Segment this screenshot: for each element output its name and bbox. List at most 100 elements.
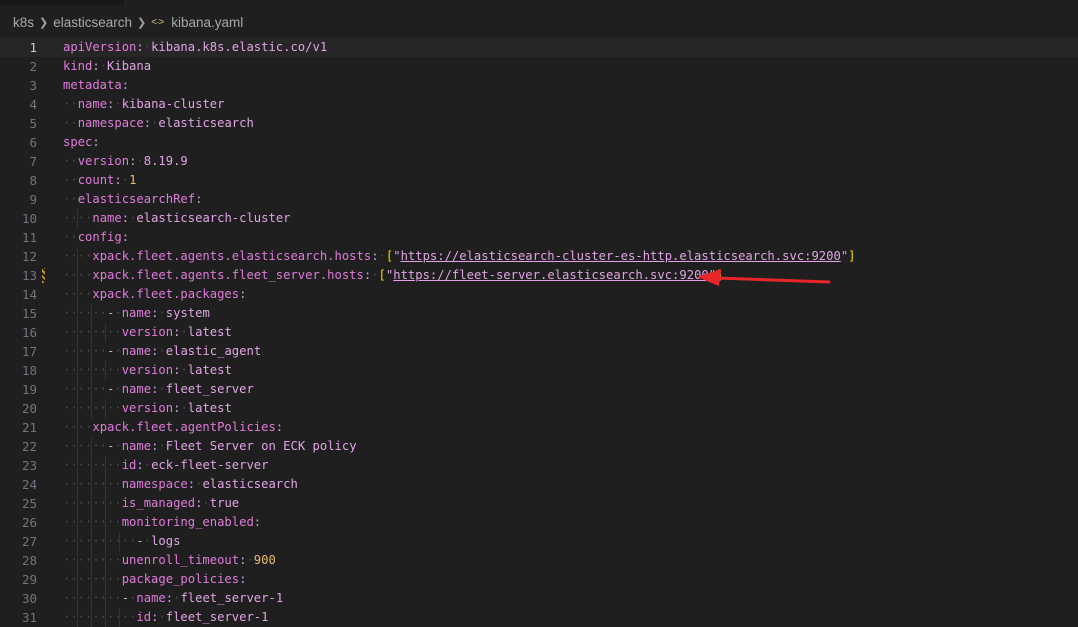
code-line[interactable]: 19 ······-·name:·fleet_server bbox=[0, 380, 1078, 399]
line-number: 20 bbox=[21, 401, 37, 416]
code-text: ······-·name:·elastic_agent bbox=[63, 342, 261, 361]
code-line[interactable]: 20 ········version:·latest bbox=[0, 399, 1078, 418]
line-number: 18 bbox=[21, 363, 37, 378]
code-line[interactable]: 30 ········-·name:·fleet_server-1 bbox=[0, 589, 1078, 608]
code-text: ········package_policies: bbox=[63, 570, 246, 589]
tab-bar-area bbox=[125, 0, 1078, 5]
code-text: ··namespace:·elasticsearch bbox=[63, 114, 254, 133]
code-line[interactable]: 27 ··········-·logs bbox=[0, 532, 1078, 551]
code-text: kind:·Kibana bbox=[63, 57, 151, 76]
breadcrumb-item-file[interactable]: kibana.yaml bbox=[171, 15, 243, 30]
code-line[interactable]: 14 ····xpack.fleet.packages: bbox=[0, 285, 1078, 304]
yaml-key: namespace bbox=[77, 116, 144, 130]
colon: : bbox=[121, 230, 130, 244]
code-line[interactable]: 12 ····xpack.fleet.agents.elasticsearch.h… bbox=[0, 247, 1078, 266]
line-number: 8 bbox=[29, 173, 37, 188]
line-number: 9 bbox=[29, 192, 37, 207]
yaml-key: xpack.fleet.packages bbox=[92, 287, 240, 301]
line-number: 7 bbox=[29, 154, 37, 169]
whitespace: · bbox=[202, 496, 210, 510]
whitespace: ········ bbox=[63, 591, 122, 605]
line-number: 28 bbox=[21, 553, 37, 568]
code-editor[interactable]: 1 apiVersion:·kibana.k8s.elastic.co/v1 2 ki… bbox=[0, 38, 1078, 627]
yaml-key: count bbox=[77, 173, 115, 187]
whitespace: ········ bbox=[63, 477, 122, 491]
code-line[interactable]: 23 ········id:·eck-fleet-server bbox=[0, 456, 1078, 475]
code-line[interactable]: 16 ········version:·latest bbox=[0, 323, 1078, 342]
whitespace: ········ bbox=[63, 572, 122, 586]
yaml-value: 900 bbox=[253, 553, 276, 567]
line-number: 22 bbox=[21, 439, 37, 454]
yaml-value: elasticsearch bbox=[202, 477, 298, 491]
code-line[interactable]: 8 ··count:·1 bbox=[0, 171, 1078, 190]
code-text: ····xpack.fleet.agents.elasticsearch.hos… bbox=[63, 247, 856, 266]
yaml-value: kibana.k8s.elastic.co/v1 bbox=[151, 40, 328, 54]
code-text: ········is_managed:·true bbox=[63, 494, 239, 513]
yaml-value: 8.19.9 bbox=[143, 154, 188, 168]
code-text: ··········-·logs bbox=[63, 532, 180, 551]
yaml-value: latest bbox=[187, 325, 232, 339]
line-number: 2 bbox=[29, 59, 37, 74]
code-line[interactable]: 25 ········is_managed:·true bbox=[0, 494, 1078, 513]
code-line[interactable]: 4 ··name:·kibana-cluster bbox=[0, 95, 1078, 114]
colon: : bbox=[239, 287, 247, 301]
line-number: 12 bbox=[21, 249, 37, 264]
code-line[interactable]: 17 ······-·name:·elastic_agent bbox=[0, 342, 1078, 361]
code-text: ····xpack.fleet.packages: bbox=[63, 285, 246, 304]
code-line[interactable]: 31 ··········id:·fleet_server-1 bbox=[0, 608, 1078, 627]
whitespace: ······ bbox=[63, 344, 108, 358]
code-line[interactable]: 6 spec: bbox=[0, 133, 1078, 152]
modified-gutter-marker[interactable] bbox=[42, 268, 45, 283]
yaml-key: xpack.fleet.agentPolicies bbox=[92, 420, 276, 434]
yaml-key: namespace bbox=[121, 477, 188, 491]
code-line[interactable]: 26 ········monitoring_enabled: bbox=[0, 513, 1078, 532]
breadcrumb-item-elasticsearch[interactable]: elasticsearch bbox=[53, 15, 132, 30]
code-line[interactable]: 15 ······-·name:·system bbox=[0, 304, 1078, 323]
line-number: 30 bbox=[21, 591, 37, 606]
whitespace: · bbox=[180, 401, 188, 415]
code-line[interactable]: 21 ····xpack.fleet.agentPolicies: bbox=[0, 418, 1078, 437]
line-number: 13 bbox=[21, 268, 37, 283]
url-link[interactable]: https://fleet-server.elasticsearch.svc:9… bbox=[393, 268, 709, 282]
whitespace: · bbox=[158, 344, 166, 358]
line-number: 3 bbox=[29, 78, 37, 93]
whitespace: ···· bbox=[63, 420, 93, 434]
code-text: ······-·name:·fleet_server bbox=[63, 380, 254, 399]
whitespace: ······ bbox=[63, 382, 108, 396]
yaml-key: unenroll_timeout bbox=[121, 553, 240, 567]
url-link[interactable]: https://elasticsearch-cluster-es-http.el… bbox=[401, 249, 841, 263]
breadcrumb-item-k8s[interactable]: k8s bbox=[13, 15, 34, 30]
code-line[interactable]: 13 ····xpack.fleet.agents.fleet_server.ho… bbox=[0, 266, 1078, 285]
colon: : bbox=[121, 78, 130, 92]
line-number: 27 bbox=[21, 534, 37, 549]
code-line[interactable]: 7 ··version:·8.19.9 bbox=[0, 152, 1078, 171]
code-line[interactable]: 18 ········version:·latest bbox=[0, 361, 1078, 380]
code-line[interactable]: 22 ······-·name:·Fleet Server on ECK poli… bbox=[0, 437, 1078, 456]
code-line[interactable]: 3 metadata: bbox=[0, 76, 1078, 95]
code-line[interactable]: 5 ··namespace:·elasticsearch bbox=[0, 114, 1078, 133]
colon: : bbox=[121, 211, 130, 225]
code-text: ········unenroll_timeout:·900 bbox=[63, 551, 276, 570]
code-text: ··config: bbox=[63, 228, 129, 247]
code-line[interactable]: 28 ········unenroll_timeout:·900 bbox=[0, 551, 1078, 570]
whitespace: ········ bbox=[63, 496, 122, 510]
yaml-key: config bbox=[77, 230, 122, 244]
code-line[interactable]: 24 ········namespace:·elasticsearch bbox=[0, 475, 1078, 494]
code-line[interactable]: 11 ··config: bbox=[0, 228, 1078, 247]
list-dash: - bbox=[121, 591, 130, 605]
code-line[interactable]: 29 ········package_policies: bbox=[0, 570, 1078, 589]
bracket: [ bbox=[378, 268, 386, 282]
line-number: 17 bbox=[21, 344, 37, 359]
colon: : bbox=[136, 458, 144, 472]
code-line[interactable]: 10 ····name:·elasticsearch-cluster bbox=[0, 209, 1078, 228]
whitespace: ········ bbox=[63, 553, 122, 567]
line-number: 24 bbox=[21, 477, 37, 492]
code-line[interactable]: 9 ··elasticsearchRef: bbox=[0, 190, 1078, 209]
whitespace: ·· bbox=[63, 192, 78, 206]
line-number: 14 bbox=[21, 287, 37, 302]
line-number: 11 bbox=[21, 230, 37, 245]
code-line[interactable]: 1 apiVersion:·kibana.k8s.elastic.co/v1 bbox=[0, 38, 1078, 57]
yaml-key: elasticsearchRef bbox=[77, 192, 196, 206]
code-text: ········namespace:·elasticsearch bbox=[63, 475, 298, 494]
code-line[interactable]: 2 kind:·Kibana bbox=[0, 57, 1078, 76]
